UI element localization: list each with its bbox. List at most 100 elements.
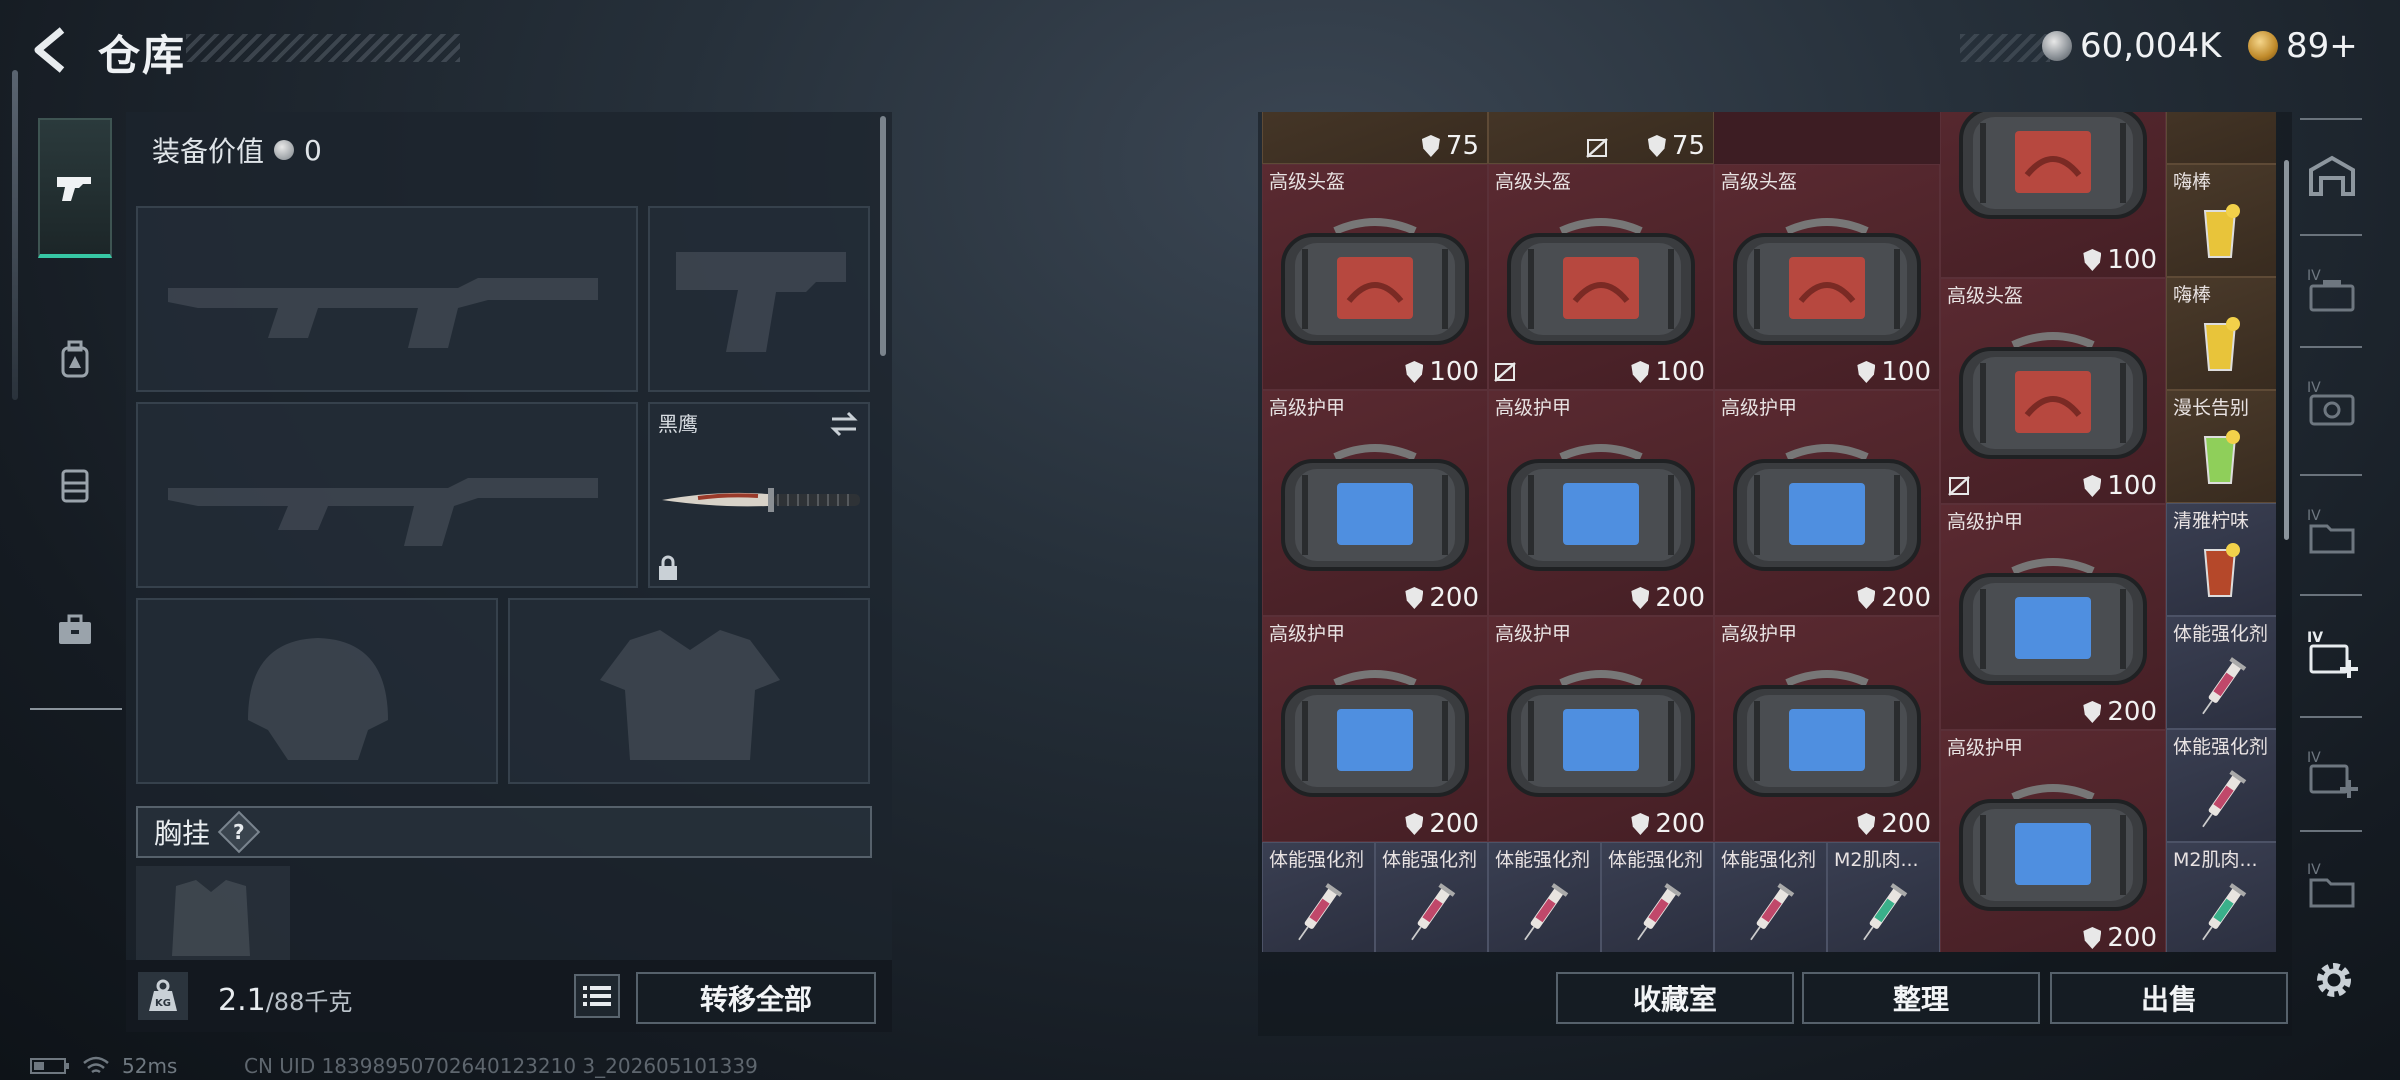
inventory-item-helmet[interactable]: 高级头盔 100 — [1488, 164, 1714, 390]
equipment-value-amount: 0 — [304, 133, 322, 167]
item-durability: 100 — [2083, 245, 2157, 275]
helmet-silhouette-icon — [248, 638, 388, 760]
item-name: M2肌肉... — [2173, 849, 2258, 871]
syringe-icon — [1411, 883, 1456, 941]
back-arrow-icon[interactable] — [28, 24, 80, 76]
item-name: 高级头盔 — [1269, 171, 1346, 193]
coin-balance: 60,004K — [2042, 26, 2221, 66]
tab-stash-home[interactable] — [2296, 130, 2368, 224]
inventory-item-armor[interactable]: 高级护甲 200 — [1262, 616, 1488, 842]
tab-stash-2[interactable]: IV — [2296, 244, 2368, 338]
inventory-item-stim[interactable]: 体能强化剂 — [1601, 842, 1714, 952]
stash-home-icon — [2309, 155, 2355, 196]
inventory-item-stim[interactable]: 体能强化剂 — [1375, 842, 1488, 952]
sidearm-slot[interactable] — [648, 206, 870, 392]
inventory-item-armor[interactable]: 高级护甲 200 — [1714, 390, 1940, 616]
tab-stash-add[interactable]: IV — [2296, 606, 2368, 700]
list-view-button[interactable] — [574, 974, 620, 1018]
swap-icon[interactable] — [828, 410, 860, 438]
inventory-item-armor[interactable]: 高级护甲 200 — [1714, 616, 1940, 842]
inventory-item-stim[interactable]: 体能强化剂 — [1714, 842, 1827, 952]
inventory-scrollbar[interactable] — [2284, 160, 2289, 540]
durability-shield-icon — [1857, 813, 1876, 835]
inventory-item-consumable[interactable]: 嗨棒 — [2166, 277, 2276, 390]
inventory-item-stim[interactable]: 体能强化剂 — [1488, 842, 1601, 952]
tab-case[interactable] — [38, 560, 112, 700]
wifi-icon — [83, 1056, 109, 1074]
secondary-weapon-slot[interactable] — [136, 402, 638, 588]
weight-current: 2.1 — [218, 983, 266, 1018]
item-name: 体能强化剂 — [2173, 623, 2269, 645]
item-durability: 100 — [1857, 357, 1931, 387]
inventory-item-consumable[interactable]: 漫长告别 — [2166, 390, 2276, 503]
item-name: 体能强化剂 — [1382, 849, 1478, 871]
tab-stash-4[interactable]: IV — [2296, 484, 2368, 578]
durability-shield-icon — [2083, 475, 2102, 497]
inventory-item-partial[interactable]: 75 — [1488, 112, 1714, 164]
duffel-bag-icon — [1507, 444, 1695, 571]
help-icon[interactable]: ? — [217, 810, 261, 854]
item-durability: 200 — [1631, 583, 1705, 613]
armor-slot[interactable] — [508, 598, 870, 784]
stash-add-icon: IV — [2307, 630, 2358, 678]
inventory-item-consumable[interactable]: 体能强化剂 — [2166, 729, 2276, 842]
equipment-value-label: 装备价值 — [152, 135, 265, 168]
tab-backpack[interactable] — [38, 290, 112, 430]
tab-vest[interactable] — [38, 415, 112, 555]
item-durability: 100 — [1405, 357, 1479, 387]
item-name: 高级护甲 — [1947, 511, 2024, 533]
inventory-item-armor[interactable]: 高级护甲 200 — [1488, 390, 1714, 616]
inventory-item-helmet[interactable]: 高级头盔 100 — [1262, 164, 1488, 390]
drink-icon — [2203, 543, 2240, 597]
chest-rig-slot[interactable] — [136, 866, 290, 960]
inventory-item-helmet[interactable]: 100 — [1940, 112, 2166, 278]
inventory-item-stim[interactable]: 体能强化剂 — [1262, 842, 1375, 952]
drink-icon — [2203, 204, 2240, 258]
duffel-bag-icon — [1733, 218, 1921, 345]
inventory-item-consumable[interactable]: 体能强化剂 — [2166, 616, 2276, 729]
primary-weapon-slot[interactable] — [136, 206, 638, 392]
inventory-item-armor[interactable]: 高级护甲 200 — [1940, 730, 2166, 952]
tab-stash-3[interactable]: IV — [2296, 356, 2368, 450]
loadout-scrollbar[interactable] — [880, 116, 886, 356]
tab-stash-add-locked[interactable]: IV — [2296, 726, 2368, 820]
settings-gear-icon[interactable] — [2306, 952, 2362, 1008]
duffel-bag-icon — [1959, 332, 2147, 459]
item-name: 高级头盔 — [1947, 285, 2024, 307]
item-durability: 100 — [2083, 471, 2157, 501]
inventory-item-consumable[interactable]: 嗨棒 — [2166, 164, 2276, 277]
transfer-all-button[interactable]: 转移全部 — [636, 972, 876, 1024]
item-name: 高级护甲 — [1269, 623, 1346, 645]
collection-room-button[interactable]: 收藏室 — [1556, 972, 1794, 1024]
inventory-item-armor[interactable]: 高级护甲 200 — [1488, 616, 1714, 842]
item-name: 漫长告别 — [2173, 397, 2250, 419]
tab-stash-6[interactable]: IV — [2296, 838, 2368, 932]
item-name: 高级护甲 — [1495, 623, 1572, 645]
syringe-icon — [2202, 770, 2247, 828]
melee-slot[interactable]: 黑鹰 — [648, 402, 870, 588]
sell-button[interactable]: 出售 — [2050, 972, 2288, 1024]
inventory-item-consumable[interactable]: M2肌肉... — [2166, 842, 2276, 952]
durability-shield-icon — [1631, 361, 1650, 383]
inventory-item-armor[interactable]: 高级护甲 200 — [1262, 390, 1488, 616]
token-balance[interactable]: 89+ — [2248, 26, 2358, 66]
inventory-item-stim[interactable]: M2肌肉... — [1827, 842, 1940, 952]
inventory-item-partial[interactable]: 75 — [1262, 112, 1488, 164]
inventory-item-helmet[interactable]: 高级头盔 100 — [1940, 278, 2166, 504]
sort-button[interactable]: 整理 — [1802, 972, 2040, 1024]
helmet-slot[interactable] — [136, 598, 498, 784]
inventory-item-armor[interactable]: 高级护甲 200 — [1940, 504, 2166, 730]
weight-readout: 2.1/88千克 — [218, 982, 352, 1018]
durability-shield-icon — [1857, 361, 1876, 383]
item-name: 高级护甲 — [1721, 397, 1798, 419]
inventory-item-helmet[interactable]: 高级头盔 100 — [1714, 164, 1940, 390]
inventory-item-partial[interactable] — [2166, 112, 2276, 164]
durability-shield-icon — [2083, 701, 2102, 723]
item-name: 高级头盔 — [1721, 171, 1798, 193]
tab-weapons[interactable] — [38, 118, 112, 258]
durability-shield-icon — [1405, 587, 1424, 609]
vest-icon — [61, 469, 89, 503]
weight-max: /88千克 — [265, 988, 353, 1016]
inventory-item-consumable[interactable]: 清雅柠味 — [2166, 503, 2276, 616]
duffel-bag-icon — [1733, 670, 1921, 797]
